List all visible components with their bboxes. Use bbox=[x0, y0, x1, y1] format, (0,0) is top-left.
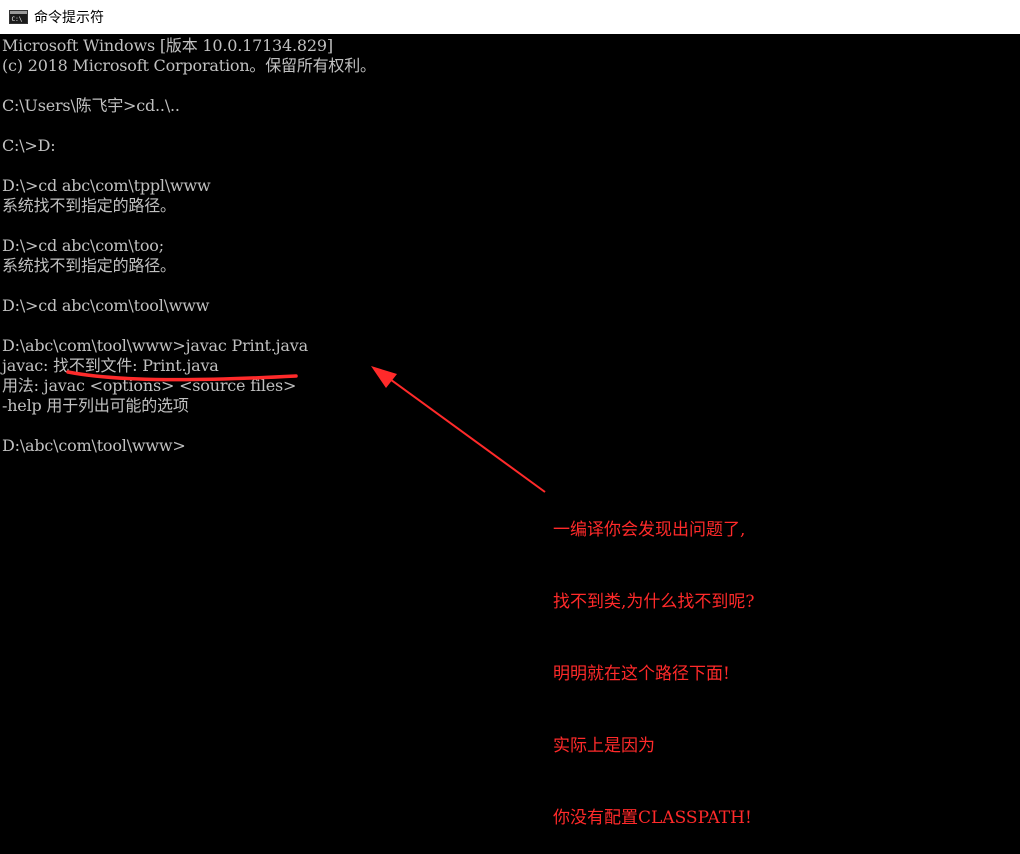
annotation-line: 一编译你会发现出问题了, bbox=[553, 520, 746, 540]
console-output[interactable]: Microsoft Windows [版本 10.0.17134.829] (c… bbox=[0, 34, 1020, 616]
annotation-line: 找不到类,为什么找不到呢? bbox=[553, 592, 755, 612]
console-line: C:\Users\陈飞宇>cd..\.. bbox=[2, 96, 180, 115]
console-line: D:\>cd abc\com\tppl\www bbox=[2, 176, 211, 195]
console-line: D:\abc\com\tool\www>javac Print.java bbox=[2, 336, 308, 355]
annotation-note: 一编译你会发现出问题了, 找不到类,为什么找不到呢? 明明就在这个路径下面! 实… bbox=[553, 470, 755, 854]
window-title: 命令提示符 bbox=[34, 10, 104, 26]
console-line: C:\>D: bbox=[2, 136, 56, 155]
cmd-icon: C:\ bbox=[9, 10, 28, 24]
console-line-error: javac: 找不到文件: Print.java bbox=[2, 356, 219, 375]
annotation-line: 实际上是因为 bbox=[553, 736, 655, 756]
annotation-line: 明明就在这个路径下面! bbox=[553, 664, 730, 684]
svg-text:C:\: C:\ bbox=[12, 16, 23, 23]
console-line: 用法: javac <options> <source files> bbox=[2, 376, 297, 395]
console-line: (c) 2018 Microsoft Corporation。保留所有权利。 bbox=[2, 56, 376, 75]
annotation-line: 你没有配置CLASSPATH! bbox=[553, 808, 752, 828]
console-prompt: D:\abc\com\tool\www> bbox=[2, 436, 186, 455]
console-line: -help 用于列出可能的选项 bbox=[2, 396, 189, 415]
title-bar[interactable]: C:\ 命令提示符 bbox=[0, 0, 1020, 34]
console-line: 系统找不到指定的路径。 bbox=[2, 256, 176, 275]
console-line: D:\>cd abc\com\too; bbox=[2, 236, 164, 255]
console-line: D:\>cd abc\com\tool\www bbox=[2, 296, 210, 315]
console-line: Microsoft Windows [版本 10.0.17134.829] bbox=[2, 36, 333, 55]
console-line: 系统找不到指定的路径。 bbox=[2, 196, 176, 215]
